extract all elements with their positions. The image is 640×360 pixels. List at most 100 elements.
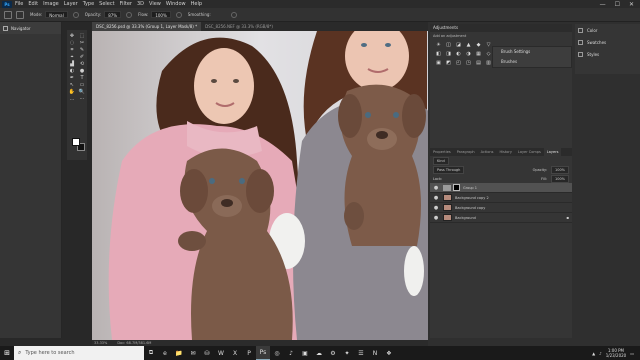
chrome-icon[interactable]: ◎ xyxy=(270,346,284,360)
mode-dropdown[interactable]: Normal xyxy=(45,11,68,18)
kind-filter-dropdown[interactable]: Kind xyxy=(433,156,449,165)
eraser-tool-icon[interactable]: ◐ xyxy=(70,68,74,75)
flow-field[interactable]: 100% xyxy=(151,11,171,18)
more-tools-icon[interactable]: … xyxy=(70,96,75,103)
panel-color[interactable]: Color xyxy=(575,24,640,36)
visibility-eye-icon[interactable]: ● xyxy=(433,185,439,191)
eyedropper-tool-icon[interactable]: ✎ xyxy=(80,47,84,54)
menu-type[interactable]: Type xyxy=(83,1,94,7)
volume-icon[interactable]: ♪ xyxy=(599,351,602,356)
type-tool-icon[interactable]: T xyxy=(80,75,83,82)
history-brush-icon[interactable]: ⟲ xyxy=(80,61,84,68)
levels-icon[interactable]: ◫ xyxy=(444,41,453,49)
document-canvas[interactable] xyxy=(92,31,428,340)
app-icon-18[interactable]: ❖ xyxy=(382,346,396,360)
settings-icon[interactable]: ⚙ xyxy=(326,346,340,360)
layer-opacity-field[interactable]: 100% xyxy=(550,165,569,174)
lasso-tool-icon[interactable]: ◌ xyxy=(70,40,74,47)
notifications-icon[interactable]: ▭ xyxy=(630,351,634,356)
edge-icon[interactable]: e xyxy=(158,346,172,360)
selective-color-icon[interactable]: ◰ xyxy=(454,59,463,67)
onenote-icon[interactable]: N xyxy=(368,346,382,360)
panel-styles[interactable]: Styles xyxy=(575,48,640,60)
menu-filter[interactable]: Filter xyxy=(120,1,132,7)
threshold-icon[interactable]: ◩ xyxy=(444,59,453,67)
app-icon-12[interactable]: ▣ xyxy=(298,346,312,360)
tab-layers[interactable]: Layers xyxy=(543,148,562,156)
path-select-icon[interactable]: ↖ xyxy=(70,82,74,89)
layer-row-background[interactable]: ● Background ▪ xyxy=(430,213,572,223)
visibility-eye-icon[interactable]: ● xyxy=(433,205,439,211)
pen-tool-icon[interactable]: ✒ xyxy=(70,75,74,82)
tab-layer-comps[interactable]: Layer Comps xyxy=(515,148,544,156)
layer-row-background-copy[interactable]: ● Background copy xyxy=(430,203,572,213)
visibility-eye-icon[interactable]: ● xyxy=(433,195,439,201)
tab-actions[interactable]: Actions xyxy=(478,148,497,156)
gradient-tool-icon[interactable]: ● xyxy=(80,68,84,75)
tab-paragraph[interactable]: Paragraph xyxy=(454,148,478,156)
menu-layer[interactable]: Layer xyxy=(64,1,78,7)
color-lookup-icon[interactable]: ▦ xyxy=(474,50,483,58)
adjustments-header[interactable]: Adjustments xyxy=(430,24,572,32)
music-icon[interactable]: ♪ xyxy=(284,346,298,360)
maximize-button[interactable]: ☐ xyxy=(615,1,620,8)
fill-field[interactable]: 100% xyxy=(550,174,569,183)
brightness-icon[interactable]: ☀ xyxy=(434,41,443,49)
tab-nef-document[interactable]: DSC_8256.NEF @ 33.3% (RGB/8*) xyxy=(201,22,277,31)
brush-preset-icon[interactable] xyxy=(4,10,12,19)
app-icon-15[interactable]: ✦ xyxy=(340,346,354,360)
brush-settings-item[interactable]: Brush Settings xyxy=(493,47,571,57)
brushes-item[interactable]: Brushes xyxy=(493,57,571,67)
settings-gear-icon[interactable] xyxy=(230,11,237,18)
move-tool-icon[interactable]: ✥ xyxy=(70,33,74,40)
menu-edit[interactable]: Edit xyxy=(28,1,38,7)
tab-properties[interactable]: Properties xyxy=(430,148,454,156)
foreground-color-swatch[interactable] xyxy=(72,138,80,146)
solid-color-icon[interactable]: ▤ xyxy=(474,59,483,67)
excel-icon[interactable]: X xyxy=(228,346,242,360)
photoshop-taskbar-icon[interactable]: Ps xyxy=(256,346,270,360)
gradient-map-icon[interactable]: ◳ xyxy=(464,59,473,67)
blend-mode-dropdown[interactable]: Pass Through xyxy=(433,165,465,174)
zoom-tool-icon[interactable]: 🔍 xyxy=(79,89,85,96)
file-explorer-icon[interactable]: 📁 xyxy=(172,346,186,360)
close-button[interactable]: ✕ xyxy=(629,1,634,8)
menu-file[interactable]: File xyxy=(15,1,23,7)
menu-view[interactable]: View xyxy=(149,1,161,7)
shape-tool-icon[interactable]: ▭ xyxy=(80,82,85,89)
curves-icon[interactable]: ◪ xyxy=(454,41,463,49)
posterize-icon[interactable]: ▣ xyxy=(434,59,443,67)
menu-window[interactable]: Window xyxy=(166,1,186,7)
visibility-eye-icon[interactable]: ● xyxy=(433,215,439,221)
photo-filter-icon[interactable]: ◐ xyxy=(454,50,463,58)
frame-tool-icon[interactable]: ⌗ xyxy=(71,47,74,54)
mail-icon[interactable]: ✉ xyxy=(186,346,200,360)
powerpoint-icon[interactable]: P xyxy=(242,346,256,360)
pressure-opacity-icon[interactable] xyxy=(72,11,79,18)
app-icon-16[interactable]: ☰ xyxy=(354,346,368,360)
zoom-level[interactable]: 33.33% xyxy=(94,341,107,345)
clock[interactable]: 1:00 PM 1/23/2020 xyxy=(606,348,627,358)
black-white-icon[interactable]: ◨ xyxy=(444,50,453,58)
vibrance-icon[interactable]: ◆ xyxy=(474,41,483,49)
smoothing-icon[interactable] xyxy=(175,11,182,18)
layer-mask-thumbnail[interactable] xyxy=(453,184,460,191)
airbrush-icon[interactable] xyxy=(126,11,133,18)
exposure-icon[interactable]: ▲ xyxy=(464,41,473,49)
minimize-button[interactable]: — xyxy=(600,1,606,8)
navigator-header[interactable]: Navigator xyxy=(0,22,61,34)
start-button[interactable]: ⊞ xyxy=(0,346,14,360)
menu-image[interactable]: Image xyxy=(43,1,59,7)
task-view-icon[interactable]: ⧉ xyxy=(144,346,158,360)
taskbar-search[interactable]: ⌕ Type here to search xyxy=(14,346,144,360)
healing-tool-icon[interactable]: ⌖ xyxy=(71,54,74,61)
network-icon[interactable]: ▲ xyxy=(592,351,595,356)
brush-settings-icon[interactable] xyxy=(16,10,24,19)
menu-select[interactable]: Select xyxy=(99,1,114,7)
word-icon[interactable]: W xyxy=(214,346,228,360)
menu-help[interactable]: Help xyxy=(191,1,202,7)
hand-tool-icon[interactable]: ✋ xyxy=(69,89,75,96)
opacity-field[interactable]: 87% xyxy=(104,11,122,18)
layer-row-group-1[interactable]: ● Group 1 xyxy=(430,183,572,193)
marquee-tool-icon[interactable]: ⬚ xyxy=(80,33,85,40)
